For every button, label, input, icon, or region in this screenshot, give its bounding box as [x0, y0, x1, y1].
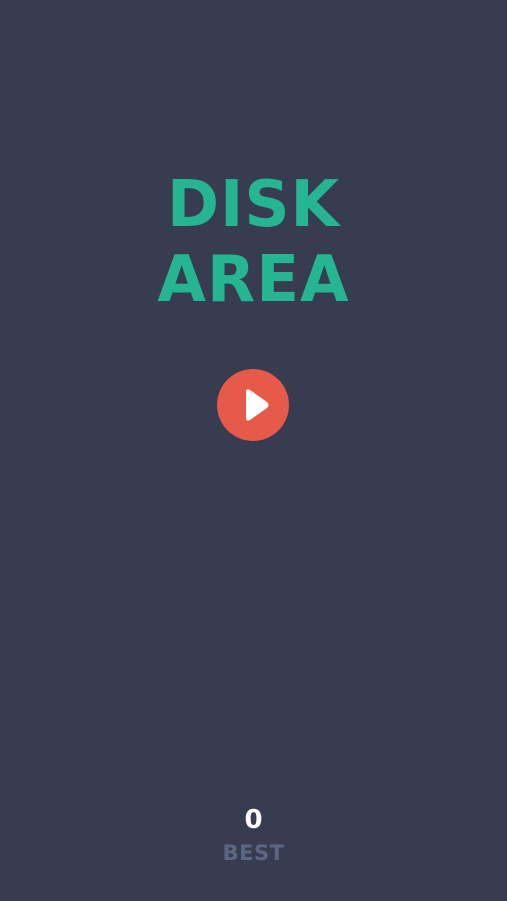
- best-score-value: 0: [244, 805, 263, 835]
- best-score-label: BEST: [222, 841, 285, 865]
- play-icon: [246, 389, 269, 421]
- game-title-line-1: DISK: [166, 168, 341, 242]
- play-button[interactable]: [217, 369, 289, 441]
- game-title-line-2: AREA: [157, 243, 350, 317]
- game-screen: DISK AREA 0 BEST: [0, 0, 507, 901]
